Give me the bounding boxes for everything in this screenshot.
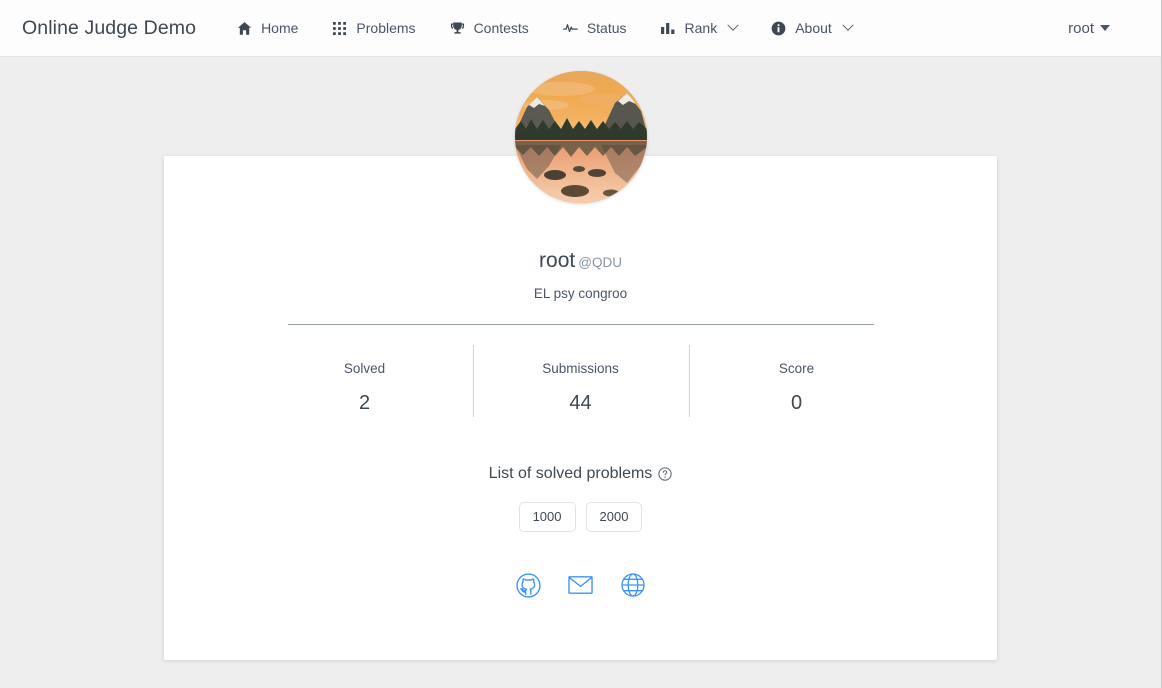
grid-icon — [332, 21, 347, 36]
profile-card: root @QDU EL psy congroo Solved 2 Submiss… — [164, 156, 997, 660]
solved-problems-heading: List of solved problems — [164, 465, 997, 483]
profile-bio: EL psy congroo — [533, 286, 628, 302]
github-icon[interactable] — [516, 572, 542, 598]
top-navbar: Online Judge Demo Home Problems Contests… — [0, 0, 1162, 57]
stat-score-label: Score — [778, 361, 815, 377]
profile-username: root — [539, 249, 576, 272]
pulse-icon — [563, 21, 578, 36]
nav-item-contests-label: Contests — [473, 20, 529, 36]
nav-links: Home Problems Contests Status Rank About — [220, 0, 869, 56]
home-icon — [237, 21, 252, 36]
social-links — [164, 572, 997, 598]
nav-item-contests[interactable]: Contests — [433, 0, 546, 56]
navbar-right: root — [1068, 20, 1146, 37]
stat-submissions-label: Submissions — [542, 361, 619, 377]
nav-item-status[interactable]: Status — [546, 0, 644, 56]
profile-card-content: root @QDU EL psy congroo Solved 2 Submiss… — [164, 156, 997, 598]
solved-problem-list: 1000 2000 — [164, 502, 997, 533]
avatar[interactable] — [515, 71, 647, 203]
info-icon — [771, 21, 786, 36]
problem-button-2000[interactable]: 2000 — [585, 502, 643, 533]
nav-item-home-label: Home — [261, 20, 299, 36]
caret-down-icon — [1100, 25, 1110, 31]
nav-item-home[interactable]: Home — [220, 0, 315, 56]
profile-stats: Solved 2 Submissions 44 Score 0 — [257, 345, 905, 427]
user-menu-root[interactable]: root — [1068, 20, 1110, 37]
profile-school-handle: @QDU — [578, 255, 622, 270]
stat-score-value: 0 — [790, 392, 803, 415]
chevron-down-icon — [842, 19, 854, 31]
stat-solved-label: Solved — [343, 361, 386, 377]
stat-submissions-value: 44 — [569, 392, 592, 415]
profile-divider — [287, 324, 874, 326]
stat-submissions: Submissions 44 — [472, 345, 689, 427]
website-globe-icon[interactable] — [620, 572, 646, 598]
stat-score: Score 0 — [688, 345, 905, 427]
trophy-icon — [450, 21, 465, 36]
nav-item-status-label: Status — [586, 20, 627, 36]
solved-problems-title: List of solved problems — [488, 465, 653, 483]
nav-item-about-label: About — [795, 20, 832, 36]
nav-item-about[interactable]: About — [754, 0, 869, 56]
stat-solved: Solved 2 — [257, 357, 473, 427]
problem-button-1000[interactable]: 1000 — [518, 502, 576, 533]
nav-item-rank-label: Rank — [684, 20, 718, 36]
page-body: root @QDU EL psy congroo Solved 2 Submiss… — [0, 57, 1162, 688]
nav-item-problems-label: Problems — [356, 20, 416, 36]
bar-chart-icon — [661, 21, 676, 36]
question-circle-icon[interactable] — [658, 467, 672, 481]
chevron-down-icon — [727, 19, 739, 31]
stat-solved-value: 2 — [358, 392, 371, 415]
profile-username-row: root @QDU — [164, 248, 997, 273]
mail-icon[interactable] — [568, 572, 594, 598]
brand-title[interactable]: Online Judge Demo — [22, 17, 196, 40]
nav-item-rank[interactable]: Rank — [644, 0, 755, 56]
nav-item-problems[interactable]: Problems — [315, 0, 432, 56]
user-menu-label: root — [1068, 19, 1094, 37]
